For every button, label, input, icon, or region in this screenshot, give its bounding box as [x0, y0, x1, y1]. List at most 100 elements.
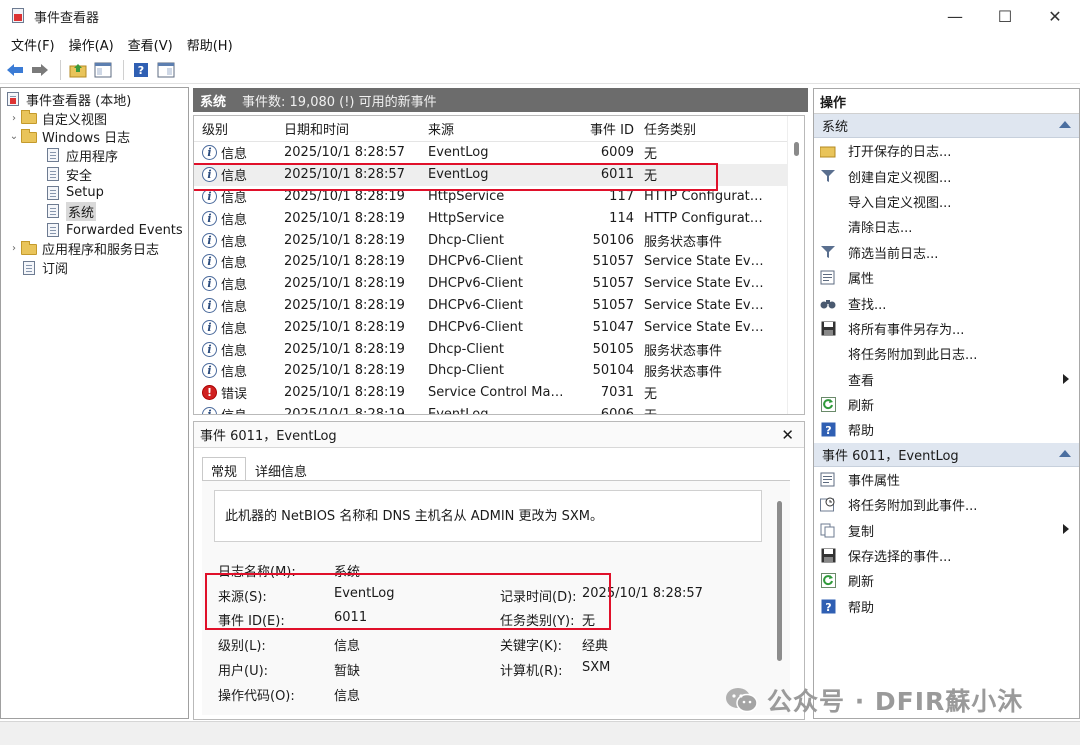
- tab-details[interactable]: 详细信息: [246, 457, 316, 481]
- actions-section-system[interactable]: 系统: [814, 114, 1079, 138]
- tree-item-forwarded-events[interactable]: Forwarded Events: [1, 221, 188, 240]
- column-datetime[interactable]: 日期和时间: [284, 119, 428, 138]
- submenu-arrow-icon: [1063, 524, 1069, 535]
- action-clear-log[interactable]: 清除日志...: [814, 214, 1079, 239]
- tree-item-label: 系统: [66, 201, 97, 221]
- row-time: 2025/10/1 8:28:19: [284, 319, 405, 335]
- tree-item-subscriptions[interactable]: 订阅: [1, 258, 188, 277]
- keywords-label: 关键字(K):: [500, 639, 563, 654]
- table-row[interactable]: i 信息 2025/10/1 8:28:19 Dhcp-Client 50105 服务状态…: [194, 338, 804, 360]
- action-view[interactable]: 查看: [814, 367, 1079, 392]
- row-task: HTTP Configuration...: [644, 210, 766, 226]
- column-source[interactable]: 来源: [428, 119, 566, 138]
- action-import-custom-view[interactable]: 导入自定义视图...: [814, 189, 1079, 214]
- row-task: 无: [642, 405, 766, 414]
- action-label: 将所有事件另存为...: [848, 322, 965, 338]
- action-copy[interactable]: 复制: [814, 517, 1079, 542]
- menu-view[interactable]: 查看(V): [121, 35, 180, 54]
- row-level: 信息: [221, 343, 248, 359]
- row-task: 无: [644, 387, 658, 403]
- actions-section-event[interactable]: 事件 6011，EventLog: [814, 442, 1079, 467]
- show-hide-tree-button[interactable]: [92, 59, 114, 81]
- column-task-category[interactable]: 任务类别: [642, 119, 766, 138]
- collapse-up-icon[interactable]: [1059, 121, 1071, 128]
- highlight-box: [205, 573, 611, 630]
- tree-item-root[interactable]: 事件查看器 (本地): [1, 90, 188, 109]
- table-row[interactable]: i 信息 2025/10/1 8:28:19 DHCPv6-Client 51057 Se…: [194, 251, 804, 273]
- menu-bar: 文件(F) 操作(A) 查看(V) 帮助(H): [0, 33, 1080, 55]
- action-find[interactable]: 查找...: [814, 290, 1079, 315]
- action-help[interactable]: ? 帮助: [814, 417, 1079, 442]
- scrollbar-thumb[interactable]: [794, 142, 799, 156]
- table-row[interactable]: i 信息 2025/10/1 8:28:19 DHCPv6-Client 51057 Se…: [194, 295, 804, 317]
- table-row[interactable]: ! 错误 2025/10/1 8:28:19 Service Control Man.…: [194, 382, 804, 404]
- event-count: 事件数: 19,080 (!) 可用的新事件: [242, 94, 437, 110]
- show-hide-action-pane-button[interactable]: [155, 59, 177, 81]
- row-level: 信息: [221, 147, 248, 163]
- action-refresh-event[interactable]: 刷新: [814, 568, 1079, 593]
- action-help-event[interactable]: ? 帮助: [814, 594, 1079, 619]
- menu-help[interactable]: 帮助(H): [180, 35, 240, 54]
- tree-item-system[interactable]: 系统: [1, 201, 188, 221]
- chevron-right-icon[interactable]: ›: [7, 243, 21, 254]
- tree-item-security[interactable]: 安全: [1, 165, 188, 184]
- window-title: 事件查看器: [34, 10, 100, 26]
- row-source: DHCPv6-Client: [428, 254, 523, 270]
- tree-item-setup[interactable]: Setup: [1, 183, 188, 202]
- table-row[interactable]: i 信息 2025/10/1 8:28:19 DHCPv6-Client 51057 Se…: [194, 273, 804, 295]
- row-id: 50106: [592, 232, 634, 248]
- column-level[interactable]: 级别: [194, 119, 284, 138]
- event-viewer-icon: [5, 91, 21, 107]
- action-attach-task-to-log[interactable]: 将任务附加到此日志...: [814, 341, 1079, 366]
- tree-item-app-services-logs[interactable]: › 应用程序和服务日志: [1, 240, 188, 258]
- table-row[interactable]: i 信息 2025/10/1 8:28:19 HttpService 114 HTTP C…: [194, 207, 804, 229]
- save-icon: [820, 320, 836, 336]
- action-attach-task-to-event[interactable]: 将任务附加到此事件...: [814, 492, 1079, 517]
- folder-icon: [21, 240, 37, 257]
- action-open-saved-log[interactable]: 打开保存的日志...: [814, 138, 1079, 163]
- tab-general[interactable]: 常规: [202, 457, 247, 481]
- tree-item-custom-views[interactable]: › 自定义视图: [1, 109, 188, 128]
- close-button[interactable]: ✕: [1030, 0, 1080, 32]
- chevron-right-icon[interactable]: ›: [7, 113, 21, 124]
- back-button[interactable]: [4, 59, 26, 81]
- tree-item-windows-logs[interactable]: ⌄ Windows 日志: [1, 127, 188, 146]
- detail-scrollbar[interactable]: [777, 501, 782, 661]
- table-row[interactable]: i 信息 2025/10/1 8:28:19 Dhcp-Client 50106 服务状态…: [194, 229, 804, 251]
- event-description: 此机器的 NetBIOS 名称和 DNS 主机名从 ADMIN 更改为 SXM。: [214, 490, 762, 542]
- help-button[interactable]: ?: [130, 59, 152, 81]
- tree-item-label: 安全: [66, 168, 93, 184]
- forward-button[interactable]: [29, 59, 51, 81]
- up-folder-button[interactable]: [67, 59, 89, 81]
- action-refresh[interactable]: 刷新: [814, 392, 1079, 417]
- binoculars-icon: [820, 295, 836, 311]
- action-save-all-events[interactable]: 将所有事件另存为...: [814, 316, 1079, 341]
- row-id: 50105: [592, 341, 634, 357]
- table-row[interactable]: i 信息 2025/10/1 8:28:19 DHCPv6-Client 51047 Se…: [194, 316, 804, 338]
- maximize-button[interactable]: ☐: [980, 0, 1030, 32]
- table-row[interactable]: i 信息 2025/10/1 8:28:19 EventLog 6006 无: [194, 404, 804, 414]
- minimize-button[interactable]: —: [930, 0, 980, 32]
- back-arrow-icon: [7, 63, 23, 76]
- action-event-properties[interactable]: 事件属性: [814, 467, 1079, 492]
- row-id: 50104: [592, 363, 634, 379]
- action-save-selected-events[interactable]: 保存选择的事件...: [814, 543, 1079, 568]
- close-detail-icon[interactable]: ✕: [781, 426, 794, 444]
- collapse-up-icon[interactable]: [1059, 449, 1071, 457]
- action-properties[interactable]: 属性: [814, 265, 1079, 290]
- chevron-down-icon[interactable]: ⌄: [7, 131, 21, 142]
- tree-item-application[interactable]: 应用程序: [1, 146, 188, 165]
- menu-file[interactable]: 文件(F): [4, 35, 62, 54]
- column-event-id[interactable]: 事件 ID: [566, 119, 642, 138]
- table-row[interactable]: i 信息 2025/10/1 8:28:57 EventLog 6009 无: [194, 142, 804, 164]
- row-task: 无: [644, 147, 658, 163]
- event-list-scrollbar[interactable]: [787, 116, 804, 414]
- action-filter-current-log[interactable]: 筛选当前日志...: [814, 240, 1079, 265]
- error-icon: !: [202, 385, 217, 401]
- row-task: Service State Event: [644, 319, 766, 335]
- tree-item-label: 订阅: [42, 262, 69, 278]
- table-row[interactable]: i 信息 2025/10/1 8:28:19 Dhcp-Client 50104 服务状态…: [194, 360, 804, 382]
- menu-action[interactable]: 操作(A): [62, 35, 121, 54]
- row-time: 2025/10/1 8:28:19: [284, 385, 405, 401]
- action-create-custom-view[interactable]: 创建自定义视图...: [814, 163, 1079, 188]
